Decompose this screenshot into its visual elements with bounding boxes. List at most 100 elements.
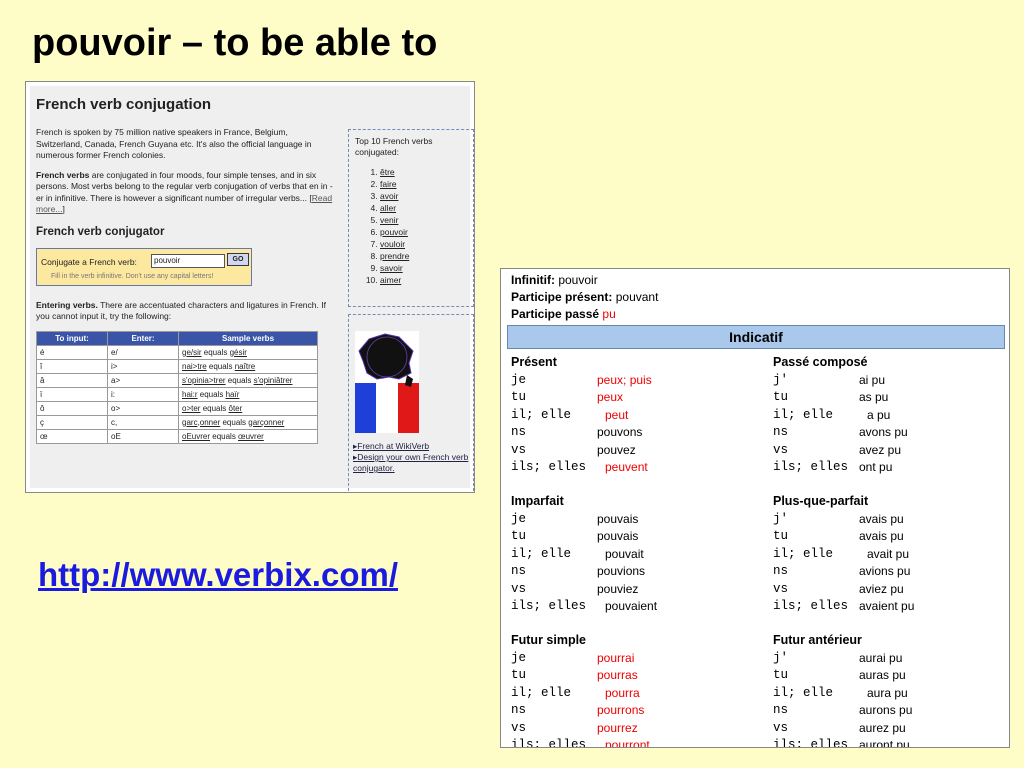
verb-form: aura pu xyxy=(867,685,908,700)
verb-form: pouvons xyxy=(597,425,643,440)
input-char: ï xyxy=(36,386,108,402)
sample-verbs: hai:r equals haïr xyxy=(178,386,318,402)
sample-input-link[interactable]: s'opinia>trer xyxy=(182,376,226,385)
design-conjugator-link[interactable]: ▸Design your own French verb conjugator. xyxy=(353,452,473,474)
conjugation-row: il; elle pouvait xyxy=(511,546,761,562)
pronoun: ns xyxy=(773,564,789,579)
verb-form: aurez pu xyxy=(859,720,906,735)
table-row: é e/ge/sir equals gésir xyxy=(36,344,318,360)
top10-verb-link[interactable]: être xyxy=(380,166,467,178)
verb-form: peuvent xyxy=(605,460,648,474)
mood-header: Indicatif xyxy=(507,325,1005,349)
pronoun: tu xyxy=(511,390,527,405)
conjugation-row: tu avais pu xyxy=(773,528,1009,544)
verbix-url-link[interactable]: http://www.verbix.com/ xyxy=(38,556,398,594)
input-char: œ xyxy=(36,428,108,444)
conjugation-row: tu peux xyxy=(511,389,761,405)
conjugation-row: j' ai pu xyxy=(773,372,1009,388)
input-char: â xyxy=(36,372,108,388)
top10-verb-link[interactable]: savoir xyxy=(380,262,467,274)
conjugation-row: il; elle peut xyxy=(511,407,761,423)
pronoun: il; elle xyxy=(773,685,834,700)
pronoun: vs xyxy=(773,720,789,735)
enter-code: oE xyxy=(107,428,179,444)
sample-verbs: ge/sir equals gésir xyxy=(178,344,318,360)
conjugation-row: vs avez pu xyxy=(773,442,1009,458)
pronoun: il; elle xyxy=(511,407,572,422)
pronoun: ns xyxy=(511,703,527,718)
enter-code: c, xyxy=(107,414,179,430)
verb-form: aurai pu xyxy=(859,651,903,665)
sample-result-link[interactable]: gésir xyxy=(230,348,247,357)
verb-form: pouvez xyxy=(597,442,636,457)
verb-form: pourrons xyxy=(597,703,645,718)
top10-verb-link[interactable]: prendre xyxy=(380,250,467,262)
sample-input-link[interactable]: garc,onner xyxy=(182,418,220,427)
top10-verb-link[interactable]: faire xyxy=(380,178,467,190)
infinitif-value: pouvoir xyxy=(558,273,598,287)
conjugation-screenshot: Infinitif: pouvoir Participe présent: po… xyxy=(500,268,1010,748)
top10-verb-link[interactable]: aller xyxy=(380,202,467,214)
tense-title-plus-que-parfait: Plus-que-parfait xyxy=(773,494,869,508)
conjugator-heading: French verb conjugator xyxy=(36,225,165,238)
pronoun: il; elle xyxy=(511,685,572,700)
pronoun: ils; elles xyxy=(773,460,849,474)
table-row: ô o> o>ter equals ôter xyxy=(36,400,318,416)
sample-input-link[interactable]: o>ter xyxy=(182,404,200,413)
pronoun: je xyxy=(511,373,527,387)
th-sample: Sample verbs xyxy=(178,330,318,346)
conjugation-row: ils; elles peuvent xyxy=(511,459,761,475)
pronoun: tu xyxy=(773,390,789,405)
pronoun: ns xyxy=(773,703,789,718)
verb-form: pourra xyxy=(605,685,640,700)
sample-result-link[interactable]: s'opiniâtrer xyxy=(254,376,293,385)
go-button[interactable]: GO xyxy=(227,252,249,266)
verb-form: pouvions xyxy=(597,564,646,579)
enter-code: e/ xyxy=(107,344,179,360)
verb-input[interactable]: pouvoir xyxy=(151,253,225,268)
conjugation-row: tu pouvais xyxy=(511,528,761,544)
sample-result-link[interactable]: ôter xyxy=(229,404,243,413)
verb-form: aurons pu xyxy=(859,703,913,718)
conjugation-row: ils; elles ont pu xyxy=(773,459,1009,475)
sample-input-link[interactable]: hai:r xyxy=(182,390,198,399)
pronoun: il; elle xyxy=(773,546,834,561)
tense-title-passe-compose: Passé composé xyxy=(773,355,868,369)
verb-form: avaient pu xyxy=(859,599,915,613)
sample-verbs: garc,onner equals garçonner xyxy=(178,414,318,430)
table-row: â a> s'opinia>trer equals s'opiniâtrer xyxy=(36,372,318,388)
enter-code: i> xyxy=(107,358,179,374)
conjugation-row: vs aurez pu xyxy=(773,720,1009,736)
verbix-heading: French verb conjugation xyxy=(36,96,212,113)
pronoun: ns xyxy=(773,425,789,440)
pronoun: j' xyxy=(773,651,789,665)
conjugation-row: ils; elles pouvaient xyxy=(511,598,761,614)
participe-passe-row: Participe passé pu xyxy=(511,307,616,321)
conjugation-row: tu pourras xyxy=(511,667,761,683)
pronoun: vs xyxy=(511,581,527,596)
sample-input-link[interactable]: oEuvrer xyxy=(182,432,210,441)
sample-result-link[interactable]: œuvrer xyxy=(238,432,264,441)
sample-result-link[interactable]: garçonner xyxy=(248,418,284,427)
top10-verb-link[interactable]: avoir xyxy=(380,190,467,202)
top10-verb-link[interactable]: aimer xyxy=(380,274,467,286)
wikiverb-link[interactable]: ▸French at WikiVerb xyxy=(353,441,473,452)
read-more-close: ] xyxy=(62,204,65,214)
verb-form: auront pu xyxy=(859,738,910,748)
top10-verb-link[interactable]: venir xyxy=(380,214,467,226)
verb-form: a pu xyxy=(867,407,891,422)
pronoun: vs xyxy=(511,442,527,457)
verbix-screenshot: French verb conjugation French is spoken… xyxy=(25,81,475,493)
sample-result-link[interactable]: naître xyxy=(235,362,255,371)
conjugation-row: il; elle avait pu xyxy=(773,546,1009,562)
sample-result-link[interactable]: haïr xyxy=(226,390,240,399)
enter-code: a> xyxy=(107,372,179,388)
sample-input-link[interactable]: ge/sir xyxy=(182,348,202,357)
verb-form: avait pu xyxy=(867,546,910,561)
sample-input-link[interactable]: nai>tre xyxy=(182,362,207,371)
verb-form: as pu xyxy=(859,390,889,405)
conjugation-row: tu as pu xyxy=(773,389,1009,405)
top10-verb-link[interactable]: pouvoir xyxy=(380,226,467,238)
top10-verb-link[interactable]: vouloir xyxy=(380,238,467,250)
pronoun: tu xyxy=(511,529,527,544)
